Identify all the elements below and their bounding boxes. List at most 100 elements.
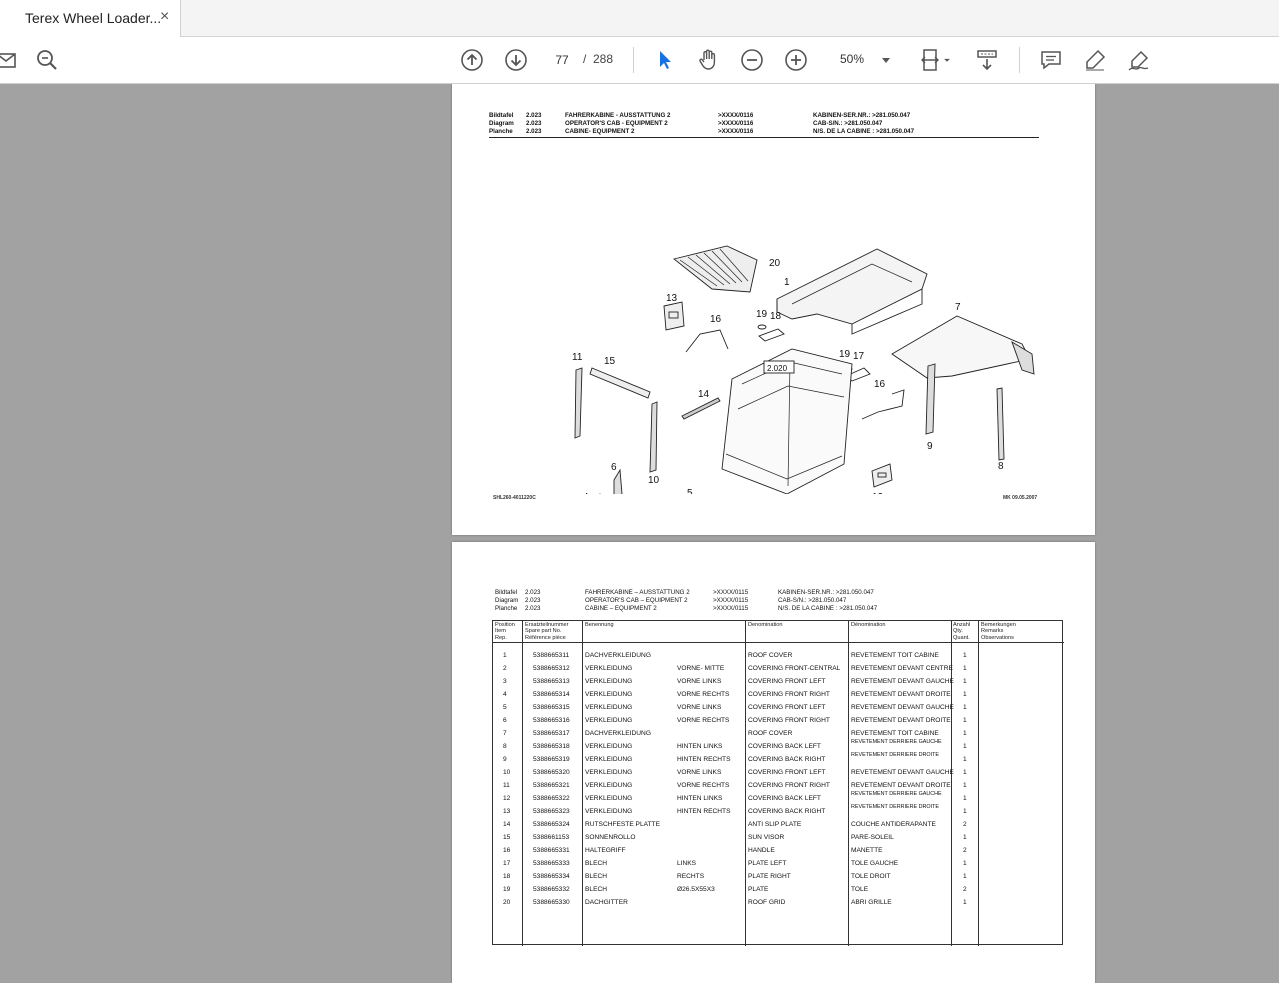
table-cell: 20 [503,899,511,906]
table-cell: RECHTS [677,873,705,880]
column-header: Position Item Rep. [495,622,515,641]
header-titles: FAHRERKABINE – AUSSTATTUNG 2 OPERATOR'S … [585,589,690,613]
search-icon[interactable] [34,47,60,73]
callout-label: 5 [687,488,693,494]
document-tab[interactable]: Terex Wheel Loader... × [0,0,181,37]
header-value: CAB-S/N.: >281.050.047 [778,597,847,604]
table-cell: 2 [963,886,967,893]
hand-tool-icon[interactable] [695,47,721,73]
document-viewer[interactable]: Bildtafel Diagram Planche 2.023 2.023 2.… [0,84,1279,983]
table-cell: 5388665334 [533,873,570,880]
zoom-in-icon[interactable] [783,47,809,73]
header-rule [489,137,1039,138]
table-cell: ABRI GRILLE [851,899,892,906]
table-cell: 1 [963,743,967,750]
zoom-dropdown[interactable]: 50% [828,49,898,71]
chevron-down-icon[interactable] [940,47,954,73]
next-page-icon[interactable] [503,47,529,73]
table-cell: VERKLEIDUNG [585,782,633,789]
table-cell: RUTSCHFESTE PLATTE [585,821,660,828]
table-row: 7 5388665317 DACHVERKLEIDUNG ROOF COVER REVE… [493,727,1064,740]
highlight-pen-icon[interactable] [1082,47,1108,73]
table-cell: 14 [503,821,511,828]
table-cell: DACHVERKLEIDUNG [585,730,651,737]
header-value: 2.023 [525,589,541,596]
tab-close-button[interactable]: × [160,9,169,25]
callout-label: 7 [955,302,961,313]
table-cell: 5388665319 [533,756,570,763]
header-value: >XXXX/0116 [718,112,754,119]
header-cab-serial: KABINEN-SER.NR.: >281.050.047 CAB-S/N.: … [778,589,877,613]
table-row: 5 5388665315 VERKLEIDUNG VORNE LINKS COVERIN… [493,701,1064,714]
header-value: >XXXX/0116 [718,120,754,127]
table-cell: COVERING BACK RIGHT [748,808,826,815]
table-row: 8 5388665318 VERKLEIDUNG HINTEN LINKS COVERI… [493,739,1064,753]
callout-label: 17 [853,351,865,362]
table-row: 1 5388665311 DACHVERKLEIDUNG ROOF COVER REVE… [493,649,1064,662]
header-rule [493,642,1064,643]
table-row: 16 5388665331 HALTEGRIFF HANDLE MANETTE 2 [493,844,1064,857]
table-cell: 6 [503,717,507,724]
tab-title: Terex Wheel Loader... [25,10,162,26]
column-header: Denomination [748,622,783,628]
table-cell: VERKLEIDUNG [585,808,633,815]
table-cell: 3 [503,678,507,685]
header-value: N/S. DE LA CABINE : >281.050.047 [813,128,915,135]
table-cell: VERKLEIDUNG [585,795,633,802]
exploded-parts-diagram: 20 1 13 16 19 18 7 11 15 19 17 16 14 9 8… [572,245,1035,494]
table-cell: COVERING BACK LEFT [748,743,821,750]
table-cell: 2 [503,665,507,672]
page-separator: / [583,52,587,66]
page-total: 288 [593,52,614,66]
table-cell: REVETEMENT TOIT CABINE [851,730,939,737]
table-cell: 1 [503,652,507,659]
table-cell: 5388665317 [533,730,570,737]
header-value: N/S. DE LA CABINE : >281.050.047 [778,605,878,612]
callout-label: 4 [583,492,589,494]
callout-label: 10 [648,475,660,486]
table-cell: REVETEMENT DEVANT DROITE [851,782,951,789]
zoom-out-icon[interactable] [739,47,765,73]
table-cell: VERKLEIDUNG [585,704,633,711]
pdf-page-parts-list: Bildtafel Diagram Planche 2.023 2.023 2.… [452,542,1095,983]
table-cell: HALTEGRIFF [585,847,626,854]
table-cell: 1 [963,652,967,659]
table-cell: VERKLEIDUNG [585,756,633,763]
email-icon[interactable] [0,47,20,73]
table-cell: 7 [503,730,507,737]
table-cell: 1 [963,873,967,880]
table-cell: BLECH [585,873,607,880]
table-cell: 1 [963,769,967,776]
sign-icon[interactable] [1126,47,1152,73]
table-cell: PLATE LEFT [748,860,787,867]
table-cell: 2 [963,821,967,828]
table-cell: SONNENROLLO [585,834,636,841]
callout-label: 16 [874,379,886,390]
table-cell: 5388665313 [533,678,570,685]
table-cell: VERKLEIDUNG [585,743,633,750]
header-value: >XXXX/0115 [713,597,749,604]
page-number-input[interactable]: 77 [546,49,578,71]
header-title: OPERATOR'S CAB – EQUIPMENT 2 [585,597,688,604]
table-cell: 15 [503,834,511,841]
table-cell: 5388665316 [533,717,570,724]
table-cell: HINTEN LINKS [677,743,723,750]
comment-icon[interactable] [1038,47,1064,73]
toolbar-divider [633,47,634,73]
table-row: 17 5388665333 BLECH LINKS PLATE LEFT TOLE GAU… [493,857,1064,870]
table-cell: VERKLEIDUNG [585,691,633,698]
table-cell: REVETEMENT TOIT CABINE [851,652,939,659]
header-value: KABINEN-SER.NR.: >281.050.047 [813,112,911,119]
header-serial-range: >XXXX/0116 >XXXX/0116 >XXXX/0116 [718,112,753,136]
callout-label: 12 [872,492,884,494]
header-label: Planche [495,605,518,612]
scroll-mode-icon[interactable] [974,47,1000,73]
table-cell: VERKLEIDUNG [585,769,633,776]
table-cell: COVERING FRONT LEFT [748,704,826,711]
table-cell: COVERING FRONT LEFT [748,678,826,685]
table-cell: 8 [503,743,507,750]
previous-page-icon[interactable] [459,47,485,73]
select-cursor-icon[interactable] [652,47,678,73]
table-cell: TOLE GAUCHE [851,860,899,867]
footer-date: MK 09.05.2007 [1003,495,1038,501]
